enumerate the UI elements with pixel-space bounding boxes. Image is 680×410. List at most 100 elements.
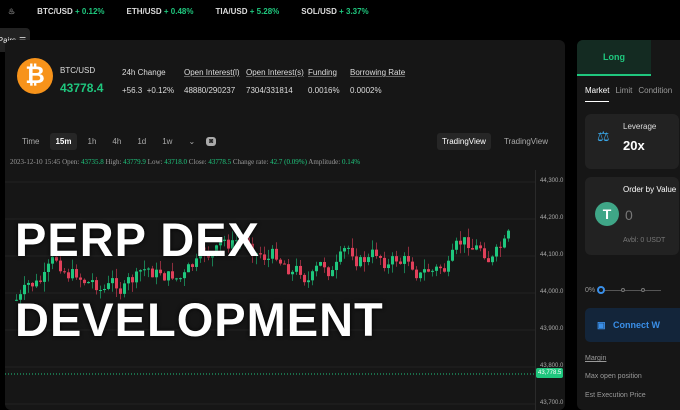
candle-body xyxy=(79,277,82,280)
candle-body xyxy=(379,255,382,258)
tf-4h[interactable]: 4h xyxy=(107,133,126,150)
view-tabs: TradingView TradingView xyxy=(436,133,553,150)
candle-body xyxy=(131,277,134,283)
bitcoin-icon: ₿ xyxy=(17,58,53,94)
pair-name: BTC/USD xyxy=(60,66,96,75)
ohlc-readout: 2023-12-10 15:45 Open: 43735.8 High: 437… xyxy=(10,158,361,166)
timeframe-selector: Time 15m 1h 4h 1d 1w ⌄ ◙ xyxy=(17,133,217,150)
leverage-label: Leverage xyxy=(623,122,657,131)
candle-body xyxy=(147,268,150,270)
tab-limit[interactable]: Limit xyxy=(615,86,632,102)
tab-tradingview-1[interactable]: TradingView xyxy=(436,133,491,150)
order-value-card[interactable]: T Order by Value 0 Avbl: 0 USDT xyxy=(585,177,679,255)
candle-body xyxy=(343,248,346,252)
candlestick-chart[interactable] xyxy=(5,170,535,410)
candle-body xyxy=(447,260,450,272)
candle-body xyxy=(335,261,338,271)
candle-body xyxy=(31,282,34,287)
headline-line-1: PERP DEX xyxy=(15,213,260,266)
pair-info: BTC/USD 43778.4 xyxy=(60,66,103,95)
candle-body xyxy=(327,267,330,277)
candle-body xyxy=(451,249,454,261)
candle-body xyxy=(303,274,306,283)
candle-body xyxy=(279,259,282,264)
candle-body xyxy=(347,247,350,249)
stat-oi-long: Open Interest(l) 48880/290237 xyxy=(184,68,240,95)
long-tab[interactable]: Long xyxy=(577,40,651,76)
candle-body xyxy=(323,262,326,268)
order-value-input[interactable]: 0 xyxy=(625,207,633,223)
candle-body xyxy=(167,271,170,281)
candle-body xyxy=(87,282,90,284)
ticker-item[interactable]: ETH/USD + 0.48% xyxy=(127,7,194,16)
candle-body xyxy=(275,248,278,260)
chevron-down-icon[interactable]: ⌄ xyxy=(183,133,200,150)
slider-percent: 0% xyxy=(585,286,596,294)
candle-body xyxy=(495,246,498,257)
tf-1h[interactable]: 1h xyxy=(83,133,102,150)
flame-icon: ♨ xyxy=(8,6,16,16)
candle-body xyxy=(363,257,366,263)
tf-1d[interactable]: 1d xyxy=(132,133,151,150)
candle-body xyxy=(155,269,158,278)
candle-body xyxy=(91,280,94,283)
candle-body xyxy=(483,248,486,259)
candle-body xyxy=(299,265,302,275)
max-position-label: Max open position xyxy=(585,373,642,380)
ticker-item[interactable]: TIA/USD + 5.28% xyxy=(215,7,279,16)
order-value-label: Order by Value xyxy=(623,185,677,194)
candle-body xyxy=(467,237,470,249)
candle-body xyxy=(455,240,458,250)
axis-label: 44,300.0 xyxy=(540,178,564,184)
candle-body xyxy=(311,271,314,281)
candle-body xyxy=(487,258,490,263)
stat-borrowing: Borrowing Rate 0.0002% xyxy=(350,68,406,95)
tab-tradingview-2[interactable]: TradingView xyxy=(499,133,553,150)
candle-body xyxy=(151,268,154,278)
leverage-value: 20x xyxy=(623,138,645,153)
leverage-card[interactable]: ⚖ Leverage 20x xyxy=(585,114,679,169)
candle-body xyxy=(179,278,182,280)
axis-label: 44,100.0 xyxy=(540,252,564,258)
camera-icon[interactable]: ◙ xyxy=(206,137,217,146)
tab-condition[interactable]: Condition xyxy=(638,86,672,102)
ticker-item[interactable]: BTC/USD + 0.12% xyxy=(37,7,104,16)
stat-oi-short: Open Interest(s) 7304/331814 xyxy=(246,68,304,95)
axis-label: 43,700.0 xyxy=(540,400,564,406)
candle-body xyxy=(291,271,294,275)
candle-body xyxy=(175,278,178,280)
stat-funding: Funding 0.0016% xyxy=(308,68,340,95)
candle-body xyxy=(315,265,318,272)
tf-1w[interactable]: 1w xyxy=(157,133,177,150)
tab-market[interactable]: Market xyxy=(585,86,610,102)
candle-body xyxy=(399,261,402,264)
candle-body xyxy=(419,272,422,279)
available-balance: Avbl: 0 USDT xyxy=(623,237,666,244)
candle-body xyxy=(507,230,510,239)
connect-wallet-button[interactable]: ▣ Connect W xyxy=(585,308,680,342)
candle-body xyxy=(35,280,38,287)
margin-label: Margin xyxy=(585,355,607,362)
candle-body xyxy=(475,245,478,250)
stat-24h: 24h Change +56.3 +0.12% xyxy=(122,68,175,95)
tf-15m[interactable]: 15m xyxy=(50,133,77,150)
axis-label: 43,900.0 xyxy=(540,326,564,332)
candle-body xyxy=(263,254,266,260)
connect-label: Connect W xyxy=(613,320,660,330)
ticker-item[interactable]: SOL/USD + 3.37% xyxy=(301,7,368,16)
candle-body xyxy=(287,264,290,275)
tf-time[interactable]: Time xyxy=(17,133,44,150)
candle-body xyxy=(499,246,502,248)
ticker-bar: ♨ BTC/USD + 0.12% ETH/USD + 0.48% TIA/US… xyxy=(0,0,680,22)
order-panel: Long Market Limit Condition ⚖ Leverage 2… xyxy=(577,40,680,410)
percent-slider[interactable]: 0% xyxy=(585,286,662,294)
candle-body xyxy=(387,264,390,269)
candle-body xyxy=(39,280,42,282)
candle-body xyxy=(375,249,378,256)
candle-body xyxy=(107,283,110,289)
candle-body xyxy=(479,245,482,249)
candle-body xyxy=(339,251,342,262)
candle-body xyxy=(67,272,70,279)
candle-body xyxy=(415,269,418,279)
candle-body xyxy=(395,256,398,262)
